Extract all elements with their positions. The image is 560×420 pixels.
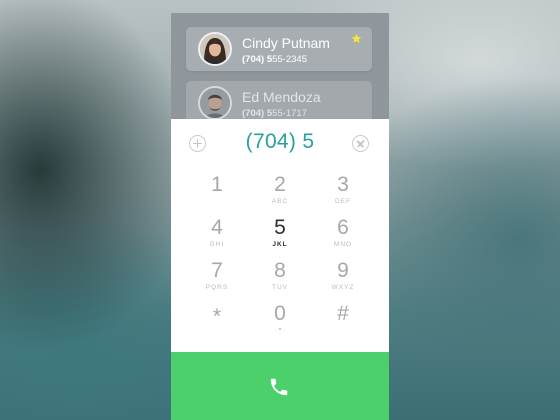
number-match: (704) 5 (242, 54, 273, 65)
key-letters: MNO (333, 241, 353, 248)
contact-name: Ed Mendoza (242, 89, 321, 105)
x-circle-icon[interactable] (352, 135, 369, 152)
plus-dot-icon (279, 328, 281, 330)
key-letters (192, 198, 242, 206)
key-digit: 6 (337, 216, 349, 239)
key-5[interactable]: 5 JKL (255, 217, 305, 259)
number-rest: 55-1717 (272, 108, 307, 119)
key-3[interactable]: 3 DEF (318, 174, 368, 216)
key-2[interactable]: 2 ABC (255, 174, 305, 216)
key-letters: DEF (335, 198, 351, 205)
contact-number: (704) 555-2345 (242, 54, 307, 65)
key-letters: PQRS (205, 284, 229, 291)
key-7[interactable]: 7 PQRS (192, 260, 242, 302)
number-match: (704) 5 (242, 108, 273, 119)
call-button[interactable] (171, 352, 389, 420)
key-4[interactable]: 4 GHI (192, 217, 242, 259)
key-letters: JKL (272, 241, 288, 248)
key-9[interactable]: 9 WXYZ (318, 260, 368, 302)
key-digit: 5 (274, 216, 286, 239)
contact-number: (704) 555-1717 (242, 108, 307, 119)
key-star[interactable]: * (192, 306, 242, 348)
key-letters: TUV (272, 284, 288, 291)
star-icon[interactable] (351, 33, 362, 44)
contact-card-cindy-putnam[interactable]: Cindy Putnam (704) 555-2345 (186, 27, 372, 71)
number-rest: 55-2345 (272, 54, 307, 65)
plus-circle-icon[interactable] (189, 135, 206, 152)
key-digit: 8 (274, 259, 286, 282)
key-1[interactable]: 1 (192, 174, 242, 216)
contact-suggestions: Cindy Putnam (704) 555-2345 Ed Mendoza (… (171, 13, 389, 125)
key-letters: WXYZ (331, 284, 355, 291)
key-0[interactable]: 0 (255, 303, 305, 345)
key-digit: 4 (211, 216, 223, 239)
key-digit: 1 (211, 173, 223, 196)
avatar (198, 32, 232, 66)
phone-handset-icon (270, 378, 288, 396)
avatar (198, 86, 232, 120)
key-letters: ABC (271, 198, 289, 205)
key-8[interactable]: 8 TUV (255, 260, 305, 302)
key-digit: * (212, 305, 222, 328)
phone-screen: Cindy Putnam (704) 555-2345 Ed Mendoza (… (171, 13, 389, 420)
dial-pad-panel: (704) 5 1 2 ABC 3 DEF 4 GHI 5 JKL 6 MNO … (171, 119, 389, 352)
key-hash[interactable]: # (318, 303, 368, 345)
dialed-number-display: (704) 5 (245, 130, 315, 153)
contact-name: Cindy Putnam (242, 35, 330, 51)
key-digit: 2 (274, 173, 286, 196)
key-digit: 9 (337, 259, 349, 282)
key-digit: # (337, 302, 349, 325)
key-letters: GHI (209, 241, 225, 248)
key-6[interactable]: 6 MNO (318, 217, 368, 259)
key-digit: 3 (337, 173, 349, 196)
key-digit: 0 (274, 302, 286, 325)
key-digit: 7 (211, 259, 223, 282)
